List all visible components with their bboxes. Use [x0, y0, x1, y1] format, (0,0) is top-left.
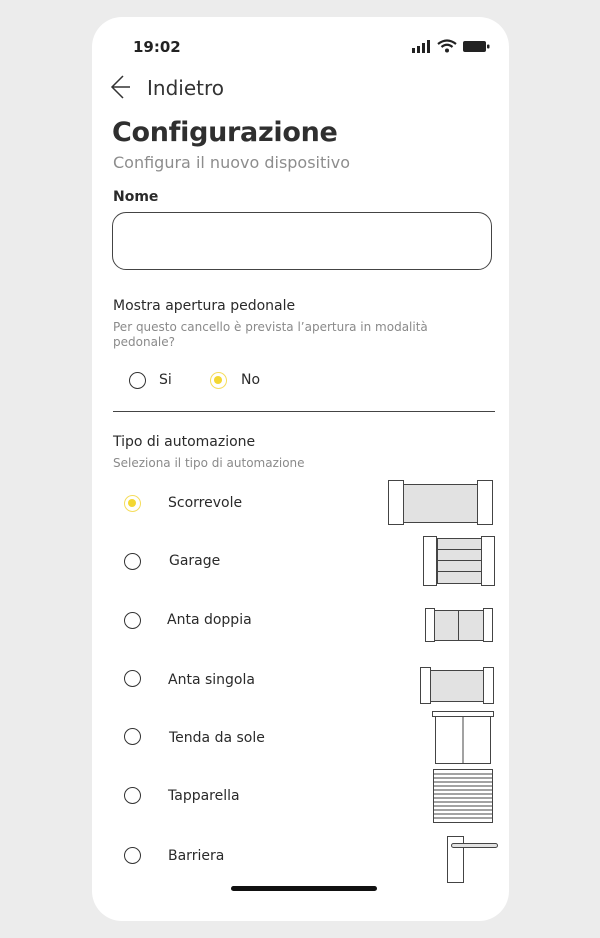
option-label-anta-singola[interactable]: Anta singola — [168, 672, 255, 688]
name-field-label: Nome — [113, 189, 159, 205]
pedestrian-title: Mostra apertura pedonale — [113, 298, 296, 314]
roller-shutter-icon — [433, 769, 493, 823]
automation-title: Tipo di automazione — [113, 434, 256, 450]
option-label-anta-doppia[interactable]: Anta doppia — [167, 612, 252, 628]
single-leaf-gate-icon — [420, 667, 494, 704]
barrier-icon — [447, 836, 498, 883]
option-label-garage[interactable]: Garage — [169, 553, 220, 569]
radio-no-label[interactable]: No — [241, 372, 260, 388]
awning-icon — [432, 711, 494, 764]
radio-tenda-da-sole[interactable] — [124, 728, 141, 745]
page-title: Configurazione — [112, 117, 338, 148]
radio-no[interactable] — [210, 372, 227, 389]
status-time: 19:02 — [133, 38, 181, 56]
option-label-tenda-da-sole[interactable]: Tenda da sole — [169, 730, 265, 746]
back-button[interactable]: Indietro — [147, 76, 224, 100]
option-label-barriera[interactable]: Barriera — [168, 848, 224, 864]
automation-description: Seleziona il tipo di automazione — [113, 456, 305, 470]
name-input[interactable] — [112, 212, 492, 270]
home-indicator — [231, 886, 377, 891]
radio-tapparella[interactable] — [124, 787, 141, 804]
garage-door-icon — [423, 536, 495, 586]
wifi-icon — [437, 39, 457, 53]
double-leaf-gate-icon — [425, 608, 493, 642]
battery-icon — [463, 41, 490, 52]
radio-anta-doppia[interactable] — [124, 612, 141, 629]
sliding-gate-icon — [388, 480, 493, 525]
arrow-left-icon[interactable] — [109, 74, 131, 100]
section-divider — [113, 411, 495, 412]
pedestrian-description: Per questo cancello è prevista l’apertur… — [113, 320, 428, 349]
radio-si[interactable] — [129, 372, 146, 389]
option-label-scorrevole[interactable]: Scorrevole — [168, 495, 242, 511]
phone-screen: 19:02 Indietro Configurazione Configura … — [92, 17, 509, 921]
radio-barriera[interactable] — [124, 847, 141, 864]
page-subtitle: Configura il nuovo dispositivo — [113, 153, 350, 172]
radio-si-label[interactable]: Si — [159, 372, 172, 388]
radio-scorrevole[interactable] — [124, 495, 141, 512]
option-label-tapparella[interactable]: Tapparella — [168, 788, 240, 804]
radio-garage[interactable] — [124, 553, 141, 570]
radio-anta-singola[interactable] — [124, 670, 141, 687]
